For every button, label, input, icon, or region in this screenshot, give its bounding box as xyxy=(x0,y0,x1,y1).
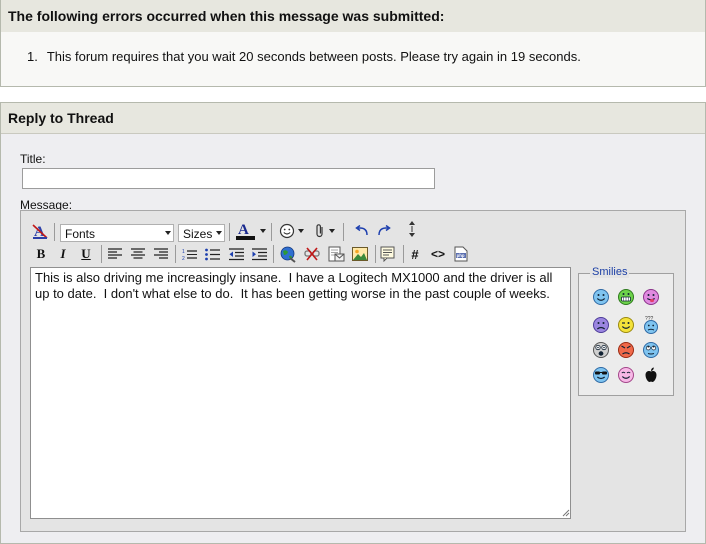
remove-formatting-button[interactable]: A xyxy=(30,221,50,241)
underline-button[interactable]: U xyxy=(78,244,94,264)
insert-image-button[interactable] xyxy=(350,244,370,264)
chevron-down-icon xyxy=(216,231,222,235)
insert-email-link-button[interactable] xyxy=(326,244,346,264)
smile-icon[interactable] xyxy=(592,288,610,306)
apple-icon[interactable] xyxy=(642,366,660,384)
align-left-button[interactable] xyxy=(106,244,124,264)
remove-link-button[interactable] xyxy=(302,244,322,264)
message-textarea[interactable]: This is also driving me increasingly ins… xyxy=(30,267,571,519)
title-label: Title: xyxy=(20,152,46,166)
bullet-list-icon xyxy=(204,248,220,260)
error-list: 1. This forum requires that you wait 20 s… xyxy=(1,32,705,86)
error-panel: The following errors occurred when this … xyxy=(0,0,706,87)
cool-icon[interactable] xyxy=(592,366,610,384)
chevron-down-icon xyxy=(297,229,304,233)
error-item: 1. This forum requires that you wait 20 s… xyxy=(27,49,581,64)
toggle-editor-size-button[interactable] xyxy=(405,219,419,239)
title-input[interactable] xyxy=(22,168,435,189)
mad-icon[interactable] xyxy=(617,341,635,359)
eek-icon[interactable] xyxy=(592,341,610,359)
toolbar-separator xyxy=(403,245,404,263)
toolbar-separator xyxy=(273,245,274,263)
unordered-list-button[interactable] xyxy=(203,244,221,264)
align-center-button[interactable] xyxy=(129,244,147,264)
tongue-icon[interactable] xyxy=(642,288,660,306)
align-right-button[interactable] xyxy=(152,244,170,264)
error-heading: The following errors occurred when this … xyxy=(1,0,705,33)
svg-text:1: 1 xyxy=(182,249,185,255)
chevron-down-icon xyxy=(328,229,335,233)
roll-eyes-icon[interactable] xyxy=(642,341,660,359)
php-icon: php xyxy=(454,246,468,262)
outdent-icon xyxy=(228,247,244,260)
insert-link-button[interactable] xyxy=(278,244,298,264)
align-center-icon xyxy=(131,248,145,259)
smiley-icon xyxy=(279,223,294,239)
chevron-down-icon xyxy=(165,231,171,235)
error-item-number: 1. xyxy=(27,49,38,64)
svg-text:2: 2 xyxy=(182,256,185,261)
ordered-list-button[interactable]: 1 2 xyxy=(180,244,198,264)
toolbar-separator xyxy=(101,245,102,263)
confused-icon[interactable]: ??? xyxy=(642,316,660,334)
message-editor: A Fonts Sizes A xyxy=(20,210,686,532)
quote-icon xyxy=(380,246,395,262)
grin-icon[interactable] xyxy=(617,288,635,306)
smilies-box: Smilies ??? xyxy=(578,266,674,396)
indent-button[interactable] xyxy=(250,244,268,264)
toolbar-separator xyxy=(271,223,272,241)
bold-button[interactable]: B xyxy=(33,244,49,264)
reply-heading: Reply to Thread xyxy=(1,103,705,134)
size-select[interactable]: Sizes xyxy=(178,224,225,242)
outdent-button[interactable] xyxy=(227,244,245,264)
toolbar-separator xyxy=(175,245,176,263)
toolbar-separator xyxy=(375,245,376,263)
svg-text:php: php xyxy=(457,253,465,258)
font-color-button[interactable]: A xyxy=(233,221,267,241)
align-left-icon xyxy=(108,248,122,259)
font-select-value: Fonts xyxy=(65,227,96,241)
font-select[interactable]: Fonts xyxy=(60,224,174,242)
chevron-down-icon xyxy=(259,229,266,233)
wrap-quote-button[interactable] xyxy=(378,244,398,264)
italic-button[interactable]: I xyxy=(55,244,71,264)
error-item-text: This forum requires that you wait 20 sec… xyxy=(46,49,581,64)
toolbar-separator xyxy=(343,223,344,241)
expand-collapse-icon xyxy=(409,221,415,237)
globe-link-icon xyxy=(280,246,296,263)
redo-button[interactable] xyxy=(375,221,393,241)
indent-icon xyxy=(251,247,267,260)
svg-text:A: A xyxy=(238,222,249,238)
wink-icon[interactable] xyxy=(617,316,635,334)
wrap-code-button[interactable]: # xyxy=(407,244,423,264)
reply-panel: Reply to Thread Title: Message: A Fonts … xyxy=(0,102,706,544)
redo-icon xyxy=(378,225,391,236)
image-icon xyxy=(352,247,368,261)
align-right-icon xyxy=(154,248,168,259)
undo-button[interactable] xyxy=(353,221,371,241)
toolbar-separator xyxy=(229,223,230,241)
wrap-php-button[interactable]: php xyxy=(452,244,470,264)
frown-icon[interactable] xyxy=(592,316,610,334)
unlink-icon xyxy=(304,247,320,261)
font-color-icon: A xyxy=(235,222,255,240)
redface-icon[interactable] xyxy=(617,366,635,384)
remove-format-icon: A xyxy=(32,224,48,240)
wrap-html-button[interactable]: <> xyxy=(428,244,448,264)
attachment-button[interactable] xyxy=(309,221,339,241)
undo-icon xyxy=(355,225,368,236)
size-select-value: Sizes xyxy=(183,227,213,241)
numbered-list-icon: 1 2 xyxy=(182,249,197,261)
resize-handle[interactable] xyxy=(562,509,570,517)
toolbar-separator xyxy=(54,223,55,241)
paperclip-icon xyxy=(315,224,323,238)
insert-smilie-button[interactable] xyxy=(276,221,306,241)
smilies-label: Smilies xyxy=(590,266,630,278)
email-icon xyxy=(328,246,344,262)
